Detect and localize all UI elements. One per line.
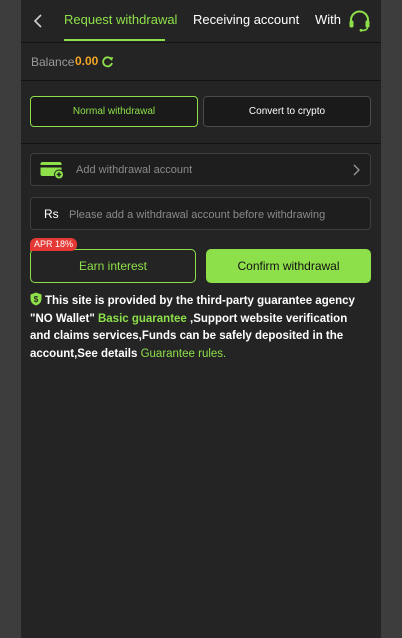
chevron-left-icon[interactable] (31, 12, 45, 30)
convert-to-crypto-button[interactable]: Convert to crypto (203, 96, 371, 127)
tab-request-withdrawal[interactable]: Request withdrawal (64, 12, 177, 27)
tab-bar: Request withdrawal Receiving account Wit… (21, 0, 381, 43)
confirm-withdrawal-button[interactable]: Confirm withdrawal (206, 249, 371, 283)
active-tab-indicator (64, 39, 165, 41)
amount-field: Rs (30, 197, 371, 230)
tab-receiving-account[interactable]: Receiving account (193, 12, 299, 27)
svg-text:$: $ (34, 295, 39, 304)
withdrawal-screen: Request withdrawal Receiving account Wit… (21, 0, 381, 638)
amount-input[interactable] (67, 203, 366, 226)
headset-icon[interactable] (348, 10, 371, 32)
card-add-icon (40, 162, 64, 180)
add-withdrawal-account-row[interactable]: Add withdrawal account (30, 153, 371, 186)
guarantee-rules-link[interactable]: Guarantee rules. (141, 348, 227, 360)
guarantee-notice: $ This site is provided by the third-par… (30, 292, 366, 363)
normal-withdrawal-button[interactable]: Normal withdrawal (30, 96, 198, 127)
apr-badge: APR 18% (30, 238, 78, 251)
withdrawal-method-selector: Normal withdrawal Convert to crypto (21, 81, 381, 144)
chevron-right-icon (353, 164, 360, 176)
balance-row: Balance 0.00 (21, 43, 381, 81)
currency-label: Rs (44, 207, 59, 221)
tab-withdrawal-record[interactable]: With (315, 12, 341, 27)
basic-guarantee-highlight: Basic guarantee (97, 312, 187, 325)
shield-dollar-icon: $ (30, 292, 42, 306)
refresh-icon[interactable] (101, 55, 114, 68)
balance-value: 0.00 (75, 54, 99, 68)
balance-label: Balance (31, 55, 75, 69)
earn-interest-button[interactable]: Earn interest (30, 249, 196, 283)
add-withdrawal-account-label: Add withdrawal account (76, 164, 193, 176)
